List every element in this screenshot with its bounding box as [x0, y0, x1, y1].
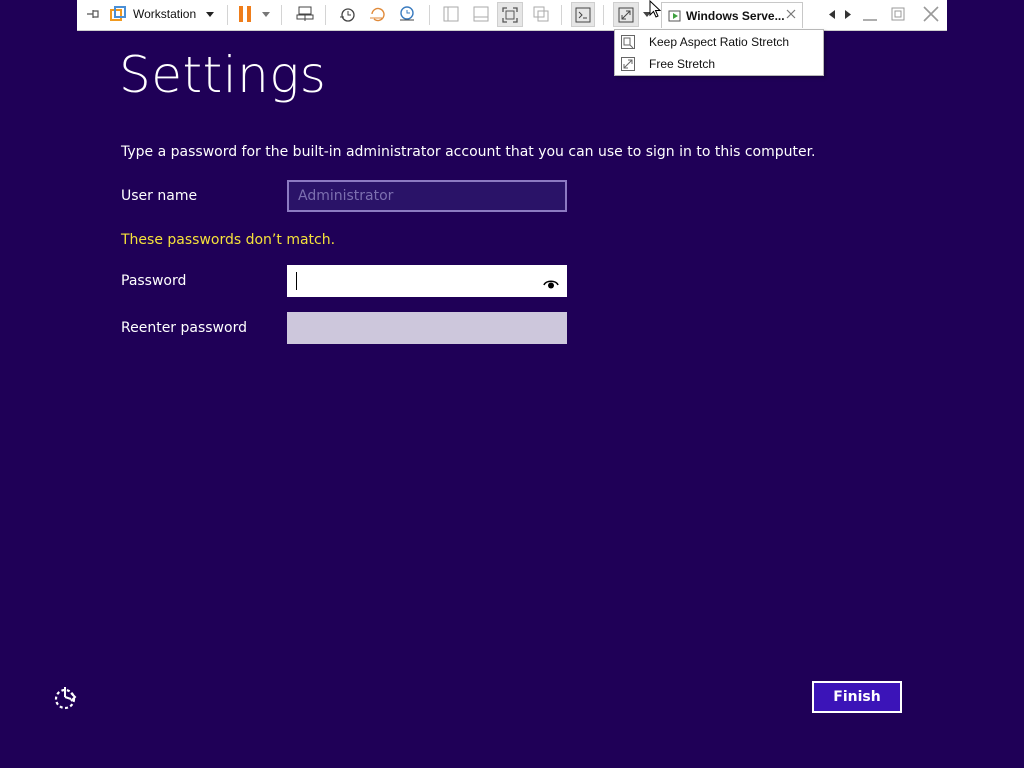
finish-button[interactable]: Finish [812, 681, 902, 713]
menu-item-label: Keep Aspect Ratio Stretch [649, 34, 790, 49]
username-field[interactable]: Administrator [287, 180, 567, 212]
restore-icon[interactable] [887, 0, 909, 28]
console-view-icon[interactable] [571, 2, 595, 27]
stretch-guest-icon[interactable] [613, 2, 639, 27]
tab-scroll-left-icon[interactable] [825, 0, 839, 28]
power-dropdown-arrow-icon[interactable] [259, 0, 273, 28]
reveal-password-icon[interactable] [543, 275, 559, 294]
pin-icon[interactable] [83, 0, 105, 28]
page-title: Settings [119, 46, 327, 104]
show-library-icon[interactable] [439, 0, 463, 28]
full-screen-icon[interactable] [497, 2, 523, 27]
show-thumbnail-bar-icon[interactable] [469, 0, 493, 28]
vmware-logo-icon [109, 0, 127, 28]
ease-of-access-icon[interactable] [52, 684, 80, 716]
dropdown-arrow-icon [206, 11, 215, 17]
mouse-cursor-icon [649, 0, 662, 22]
aspect-stretch-icon [621, 35, 635, 49]
snapshot-manager-icon[interactable] [395, 0, 419, 28]
minimize-icon[interactable] [859, 0, 881, 28]
vm-running-icon [668, 10, 681, 21]
reenter-password-label: Reenter password [121, 320, 247, 336]
revert-snapshot-icon[interactable] [365, 0, 389, 28]
close-tab-icon[interactable] [786, 8, 796, 22]
vmware-toolbar: Workstation Windows Serve... [77, 0, 947, 31]
tab-scroll-right-icon[interactable] [841, 0, 855, 28]
username-label: User name [121, 188, 198, 204]
free-stretch-icon [621, 57, 635, 71]
menu-item-free-stretch[interactable]: Free Stretch [615, 53, 823, 74]
menu-item-label: Free Stretch [649, 56, 716, 71]
close-window-icon[interactable] [919, 0, 943, 28]
vm-tab[interactable]: Windows Serve... [661, 2, 803, 28]
password-label: Password [121, 273, 187, 289]
unity-icon[interactable] [529, 0, 553, 28]
instruction-text: Type a password for the built-in adminis… [121, 144, 816, 160]
password-field[interactable] [287, 265, 567, 297]
reenter-password-field[interactable] [287, 312, 567, 344]
library-label: Workstation [133, 7, 197, 21]
vm-tab-title: Windows Serve... [686, 8, 785, 23]
text-cursor [296, 272, 297, 290]
send-ctrl-alt-del-icon[interactable] [293, 0, 317, 28]
menu-item-keep-aspect-ratio-stretch[interactable]: Keep Aspect Ratio Stretch [615, 31, 823, 52]
snapshot-icon[interactable] [335, 0, 359, 28]
stretch-mode-menu: Keep Aspect Ratio Stretch Free Stretch [614, 29, 824, 76]
error-message: These passwords don’t match. [121, 232, 336, 248]
pause-icon[interactable] [235, 0, 255, 28]
